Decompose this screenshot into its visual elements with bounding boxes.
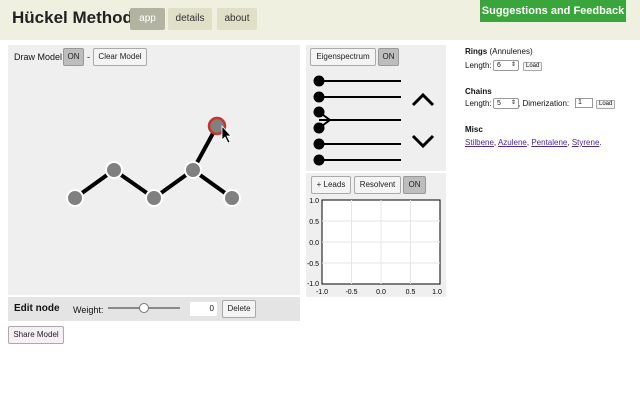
eigenspectrum-button[interactable]: Eigenspectrum (310, 48, 376, 66)
weight-slider-thumb[interactable] (139, 303, 149, 313)
link-separator: , (567, 138, 570, 147)
chains-length-label: Length: (465, 99, 492, 108)
draw-model-toggle[interactable]: ON (63, 48, 84, 66)
electron-dot (313, 91, 325, 103)
electron-dot (313, 154, 325, 166)
stilbene-link[interactable]: Stilbene (465, 138, 494, 147)
x-tick-label: 0.5 (406, 289, 416, 296)
atom-node[interactable] (145, 189, 163, 207)
x-tick-label: -1.0 (316, 289, 328, 296)
chevron-down-icon[interactable] (411, 134, 435, 149)
atom-node[interactable] (66, 189, 84, 207)
x-tick-label: 1.0 (432, 289, 442, 296)
weight-input[interactable]: 0 (190, 302, 217, 316)
misc-title-text: Misc (465, 125, 483, 134)
rings-load-button[interactable]: Load (523, 62, 543, 71)
x-tick-label: -0.5 (345, 289, 357, 296)
dimerization-label: , Dimerization: (518, 99, 570, 108)
edit-node-title: Edit node (14, 303, 60, 314)
dimerization-input[interactable]: 1 (575, 98, 593, 108)
electron-dot (313, 75, 325, 87)
weight-label: Weight: (73, 305, 104, 315)
azulene-link[interactable]: Azulene (498, 138, 527, 147)
atom-node[interactable] (105, 161, 123, 179)
draw-separator: - (87, 52, 90, 62)
energy-level-diagram (313, 75, 435, 166)
link-end: . (599, 138, 602, 147)
y-tick-label: 0.0 (309, 240, 319, 247)
y-tick-label: -0.5 (307, 261, 319, 268)
rings-length-label: Length: (465, 61, 492, 70)
share-model-button[interactable]: Share Model (8, 326, 64, 344)
clear-model-button[interactable]: Clear Model (93, 48, 147, 66)
electron-dot (313, 122, 325, 134)
electron-dot (313, 138, 325, 150)
molecule-canvas[interactable] (8, 66, 300, 294)
select-arrows-icon: ⇕ (510, 100, 516, 106)
rings-subtitle: (Annulenes) (489, 47, 533, 56)
rings-heading: Rings (Annulenes) (465, 47, 533, 56)
select-arrows-icon: ⇕ (510, 62, 516, 68)
suggestions-feedback-button[interactable]: Suggestions and Feedback (480, 0, 626, 22)
misc-links: Stilbene, Azulene, Pentalene, Styrene. (465, 138, 602, 147)
resolvent-button[interactable]: Resolvent (354, 176, 401, 194)
chains-title-text: Chains (465, 87, 492, 96)
y-tick-label: 1.0 (309, 198, 319, 205)
link-separator: , (526, 138, 530, 147)
rings-title: Rings (465, 47, 488, 56)
tab-details[interactable]: details (168, 8, 212, 30)
tab-about[interactable]: about (217, 8, 257, 30)
resolvent-toggle[interactable]: ON (403, 176, 426, 194)
chains-load-button[interactable]: Load (596, 100, 616, 109)
eigenspectrum-toggle[interactable]: ON (378, 48, 399, 66)
chevron-up-icon[interactable] (411, 92, 435, 107)
chains-title: Chains (465, 87, 492, 96)
styrene-link[interactable]: Styrene (572, 138, 600, 147)
mouse-cursor-icon (221, 124, 232, 144)
misc-title: Misc (465, 125, 483, 134)
x-tick-label: 0.0 (376, 289, 386, 296)
chains-length-select[interactable]: 5 ⇕ (493, 98, 519, 109)
rings-length-select[interactable]: 6 ⇕ (493, 60, 519, 71)
chains-length-value: 5 (497, 100, 501, 107)
y-tick-label: -1.0 (307, 281, 319, 288)
resolvent-plot: 1.0 0.5 0.0 -0.5 -1.0 -1.0 -0.5 0.0 0.5 … (307, 198, 442, 296)
app-title: Hückel Method (12, 8, 133, 27)
bonds (73, 125, 234, 200)
y-tick-label: 0.5 (309, 219, 319, 226)
rings-length-value: 6 (497, 62, 501, 69)
delete-button[interactable]: Delete (222, 300, 256, 318)
electron-dot (313, 106, 325, 118)
draw-model-label: Draw Model (14, 52, 63, 62)
atom-node[interactable] (184, 161, 202, 179)
pentalene-link[interactable]: Pentalene (531, 138, 567, 147)
tab-app[interactable]: app (130, 8, 165, 30)
link-separator: , (493, 138, 497, 147)
add-leads-button[interactable]: + Leads (311, 176, 351, 194)
atom-node[interactable] (223, 189, 241, 207)
